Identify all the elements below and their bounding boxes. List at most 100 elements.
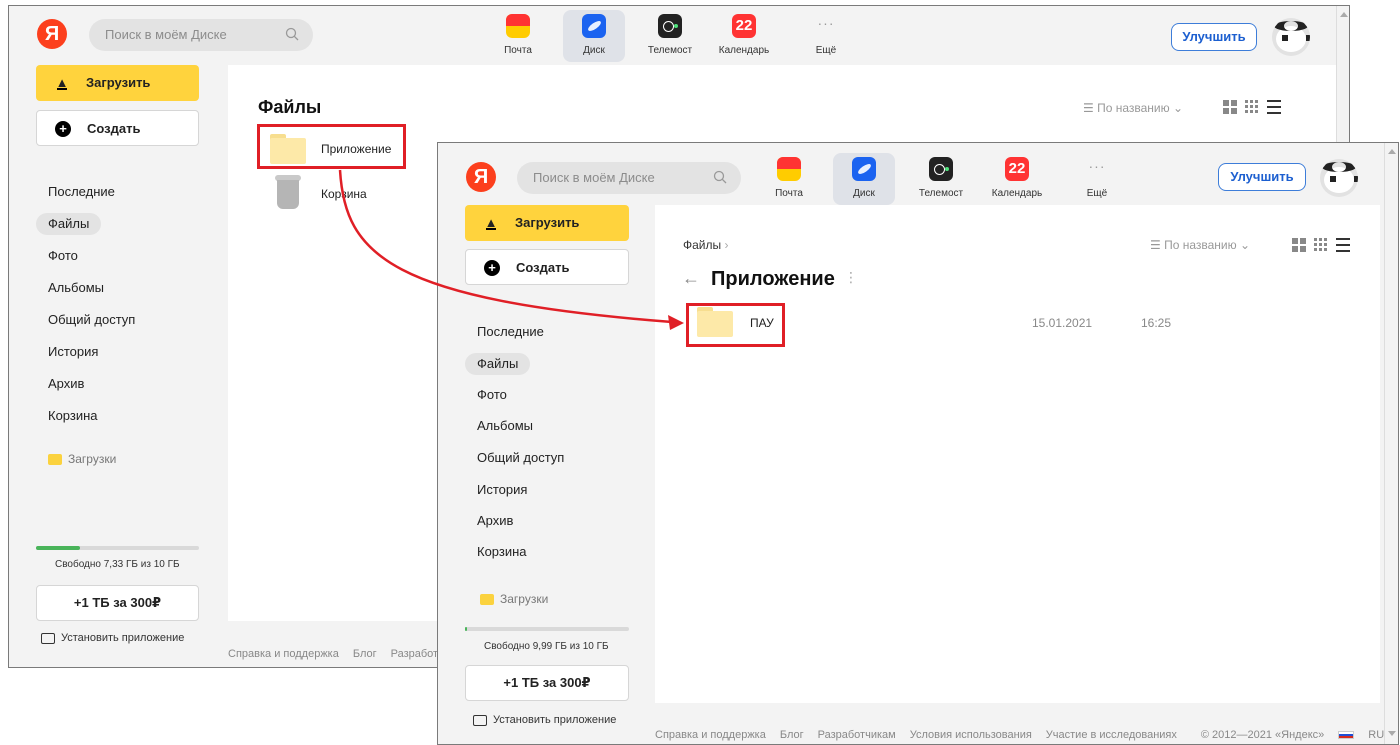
- footer-link-dev[interactable]: Разработчикам: [818, 729, 896, 741]
- search-icon[interactable]: [713, 170, 727, 184]
- upload-icon: ▲: [484, 215, 498, 230]
- avatar[interactable]: [1320, 159, 1358, 197]
- search-icon[interactable]: [285, 27, 299, 41]
- more-icon: ···: [1088, 158, 1106, 174]
- top-bar: Я Поиск в моём Диске Почта Диск Телемост…: [438, 143, 1398, 205]
- sidebar-item-recent[interactable]: Последние: [465, 321, 556, 343]
- footer-link-terms[interactable]: Условия использования: [910, 729, 1032, 741]
- sidebar-item-trash[interactable]: Корзина: [36, 405, 110, 427]
- file-date: 15.01.2021: [1032, 316, 1093, 330]
- app-mail[interactable]: Почта: [487, 10, 549, 62]
- footer-link-blog[interactable]: Блог: [353, 648, 377, 660]
- buy-space-button[interactable]: +1 ТБ за 300₽: [465, 665, 629, 701]
- sidebar-item-albums[interactable]: Альбомы: [36, 277, 116, 299]
- footer-link-help[interactable]: Справка и поддержка: [228, 648, 339, 660]
- avatar[interactable]: [1272, 18, 1310, 56]
- view-switcher: [1223, 100, 1283, 114]
- yandex-logo-icon[interactable]: Я: [466, 162, 496, 192]
- app-telemost[interactable]: Телемост: [639, 10, 701, 62]
- disk-icon: [852, 157, 876, 181]
- sort-dropdown[interactable]: ☰ По названию ⌄: [1150, 238, 1250, 252]
- sidebar-item-files[interactable]: Файлы: [36, 213, 102, 235]
- scroll-down-icon[interactable]: [1388, 731, 1396, 736]
- sidebar-item-history[interactable]: История: [36, 341, 110, 363]
- sidebar-item-albums[interactable]: Альбомы: [465, 415, 545, 437]
- search-placeholder: Поиск в моём Диске: [533, 170, 655, 185]
- app-label: Ещё: [815, 45, 837, 56]
- app-more[interactable]: ··· Ещё: [795, 10, 857, 62]
- scroll-up-icon[interactable]: [1388, 149, 1396, 154]
- footer-link-help[interactable]: Справка и поддержка: [655, 729, 766, 741]
- search-input[interactable]: Поиск в моём Диске: [517, 162, 741, 194]
- mail-icon: [506, 14, 530, 38]
- disk-window-folder: Я Поиск в моём Диске Почта Диск Телемост…: [437, 142, 1399, 745]
- more-icon: ···: [817, 15, 835, 31]
- create-button[interactable]: + Создать: [36, 110, 199, 146]
- create-button[interactable]: + Создать: [465, 249, 629, 285]
- app-more[interactable]: ··· Ещё: [1066, 153, 1128, 205]
- app-label: Календарь: [991, 188, 1043, 199]
- app-disk[interactable]: Диск: [833, 153, 895, 205]
- search-input[interactable]: Поиск в моём Диске: [89, 19, 313, 51]
- app-calendar[interactable]: 22 Календарь: [986, 153, 1048, 205]
- search-placeholder: Поиск в моём Диске: [105, 27, 227, 42]
- quota-bar: [465, 627, 629, 631]
- back-arrow-icon[interactable]: ←: [682, 268, 700, 289]
- small-tiles-icon[interactable]: [1245, 100, 1259, 114]
- chevron-right-icon: ›: [724, 238, 729, 252]
- sidebar-item-archive[interactable]: Архив: [465, 510, 525, 532]
- install-app-link[interactable]: Установить приложение: [473, 714, 643, 728]
- yandex-logo-icon[interactable]: Я: [37, 19, 67, 49]
- list-view-icon[interactable]: [1267, 100, 1281, 114]
- footer-link-dev[interactable]: Разработч: [391, 648, 444, 660]
- sidebar-item-shared[interactable]: Общий доступ: [465, 447, 576, 469]
- desktop-app-icon: [473, 715, 487, 726]
- install-label: Установить приложение: [61, 632, 185, 644]
- view-switcher: [1292, 238, 1352, 252]
- scroll-up-icon[interactable]: [1340, 12, 1348, 17]
- scrollbar[interactable]: [1384, 143, 1398, 744]
- sidebar-item-history[interactable]: История: [465, 479, 539, 501]
- quota-bar: [36, 546, 199, 550]
- breadcrumb-files[interactable]: Файлы: [683, 238, 721, 252]
- footer: Справка и поддержка Блог Разработч: [228, 648, 458, 660]
- large-tiles-icon[interactable]: [1223, 100, 1237, 114]
- install-app-link[interactable]: Установить приложение: [41, 632, 211, 646]
- files-panel: Файлы › ← Приложение ⋮ ☰ По названию ⌄ П…: [655, 205, 1380, 703]
- sidebar-item-recent[interactable]: Последние: [36, 181, 127, 203]
- disk-icon: [582, 14, 606, 38]
- upload-button[interactable]: ▲ Загрузить: [465, 205, 629, 241]
- app-telemost[interactable]: Телемост: [910, 153, 972, 205]
- more-vertical-icon[interactable]: ⋮: [844, 269, 858, 286]
- upload-button[interactable]: ▲ Загрузить: [36, 65, 199, 101]
- sidebar-nav: Последние Файлы Фото Альбомы Общий досту…: [36, 181, 206, 441]
- highlight-box-folder-app: [257, 124, 406, 169]
- sidebar-item-photo[interactable]: Фото: [36, 245, 90, 267]
- app-disk[interactable]: Диск: [563, 10, 625, 62]
- sidebar-item-photo[interactable]: Фото: [465, 384, 519, 406]
- footer-link-research[interactable]: Участие в исследованиях: [1046, 729, 1177, 741]
- buy-space-button[interactable]: +1 ТБ за 300₽: [36, 585, 199, 621]
- sort-lines-icon: ☰: [1083, 101, 1098, 115]
- upgrade-button[interactable]: Улучшить: [1218, 163, 1306, 191]
- large-tiles-icon[interactable]: [1292, 238, 1306, 252]
- app-label: Почта: [775, 188, 803, 199]
- language-switch[interactable]: RU: [1368, 729, 1384, 741]
- sidebar-item-shared[interactable]: Общий доступ: [36, 309, 147, 331]
- app-label: Диск: [583, 45, 605, 56]
- sidebar-item-trash[interactable]: Корзина: [465, 541, 539, 563]
- footer: Справка и поддержка Блог Разработчикам Усло…: [655, 729, 1398, 741]
- small-tiles-icon[interactable]: [1314, 238, 1328, 252]
- plus-icon: +: [55, 121, 71, 137]
- sidebar-item-downloads[interactable]: Загрузки: [48, 452, 168, 468]
- sort-dropdown[interactable]: ☰ По названию ⌄: [1083, 101, 1183, 115]
- sidebar-item-files[interactable]: Файлы: [465, 353, 531, 375]
- sidebar-item-downloads[interactable]: Загрузки: [480, 592, 600, 608]
- sidebar-item-archive[interactable]: Архив: [36, 373, 96, 395]
- upgrade-button[interactable]: Улучшить: [1171, 23, 1257, 51]
- app-mail[interactable]: Почта: [758, 153, 820, 205]
- app-label: Календарь: [718, 45, 770, 56]
- app-calendar[interactable]: 22 Календарь: [713, 10, 775, 62]
- list-view-icon[interactable]: [1336, 238, 1350, 252]
- footer-link-blog[interactable]: Блог: [780, 729, 804, 741]
